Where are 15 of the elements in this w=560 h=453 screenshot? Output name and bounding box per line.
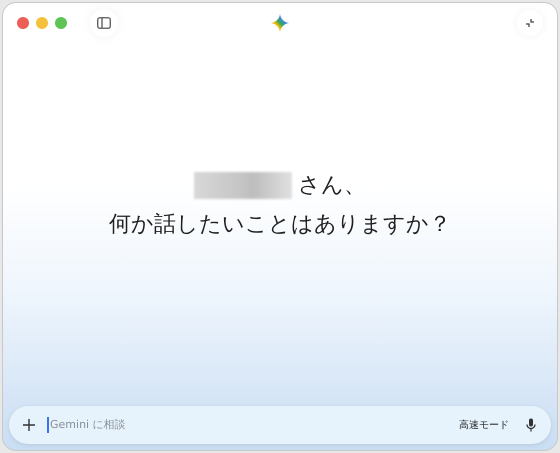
sidebar-icon bbox=[97, 17, 111, 29]
collapse-button[interactable] bbox=[517, 10, 543, 36]
prompt-bar[interactable]: Gemini に相談 高速モード bbox=[9, 406, 551, 444]
microphone-icon bbox=[526, 418, 536, 432]
greeting-text: さん、 bbox=[298, 172, 366, 200]
mode-selector[interactable]: 高速モード bbox=[455, 418, 513, 432]
sidebar-toggle-button[interactable] bbox=[90, 9, 118, 37]
collapse-icon bbox=[525, 18, 535, 28]
sparkle-logo-icon bbox=[270, 14, 288, 32]
close-window-button[interactable] bbox=[17, 17, 29, 29]
maximize-window-button[interactable] bbox=[55, 17, 67, 29]
greeting-question: 何か話したいことはありますか？ bbox=[109, 210, 451, 238]
prompt-input-field[interactable]: Gemini に相談 bbox=[47, 416, 447, 434]
plus-icon bbox=[23, 419, 35, 431]
minimize-window-button[interactable] bbox=[36, 17, 48, 29]
